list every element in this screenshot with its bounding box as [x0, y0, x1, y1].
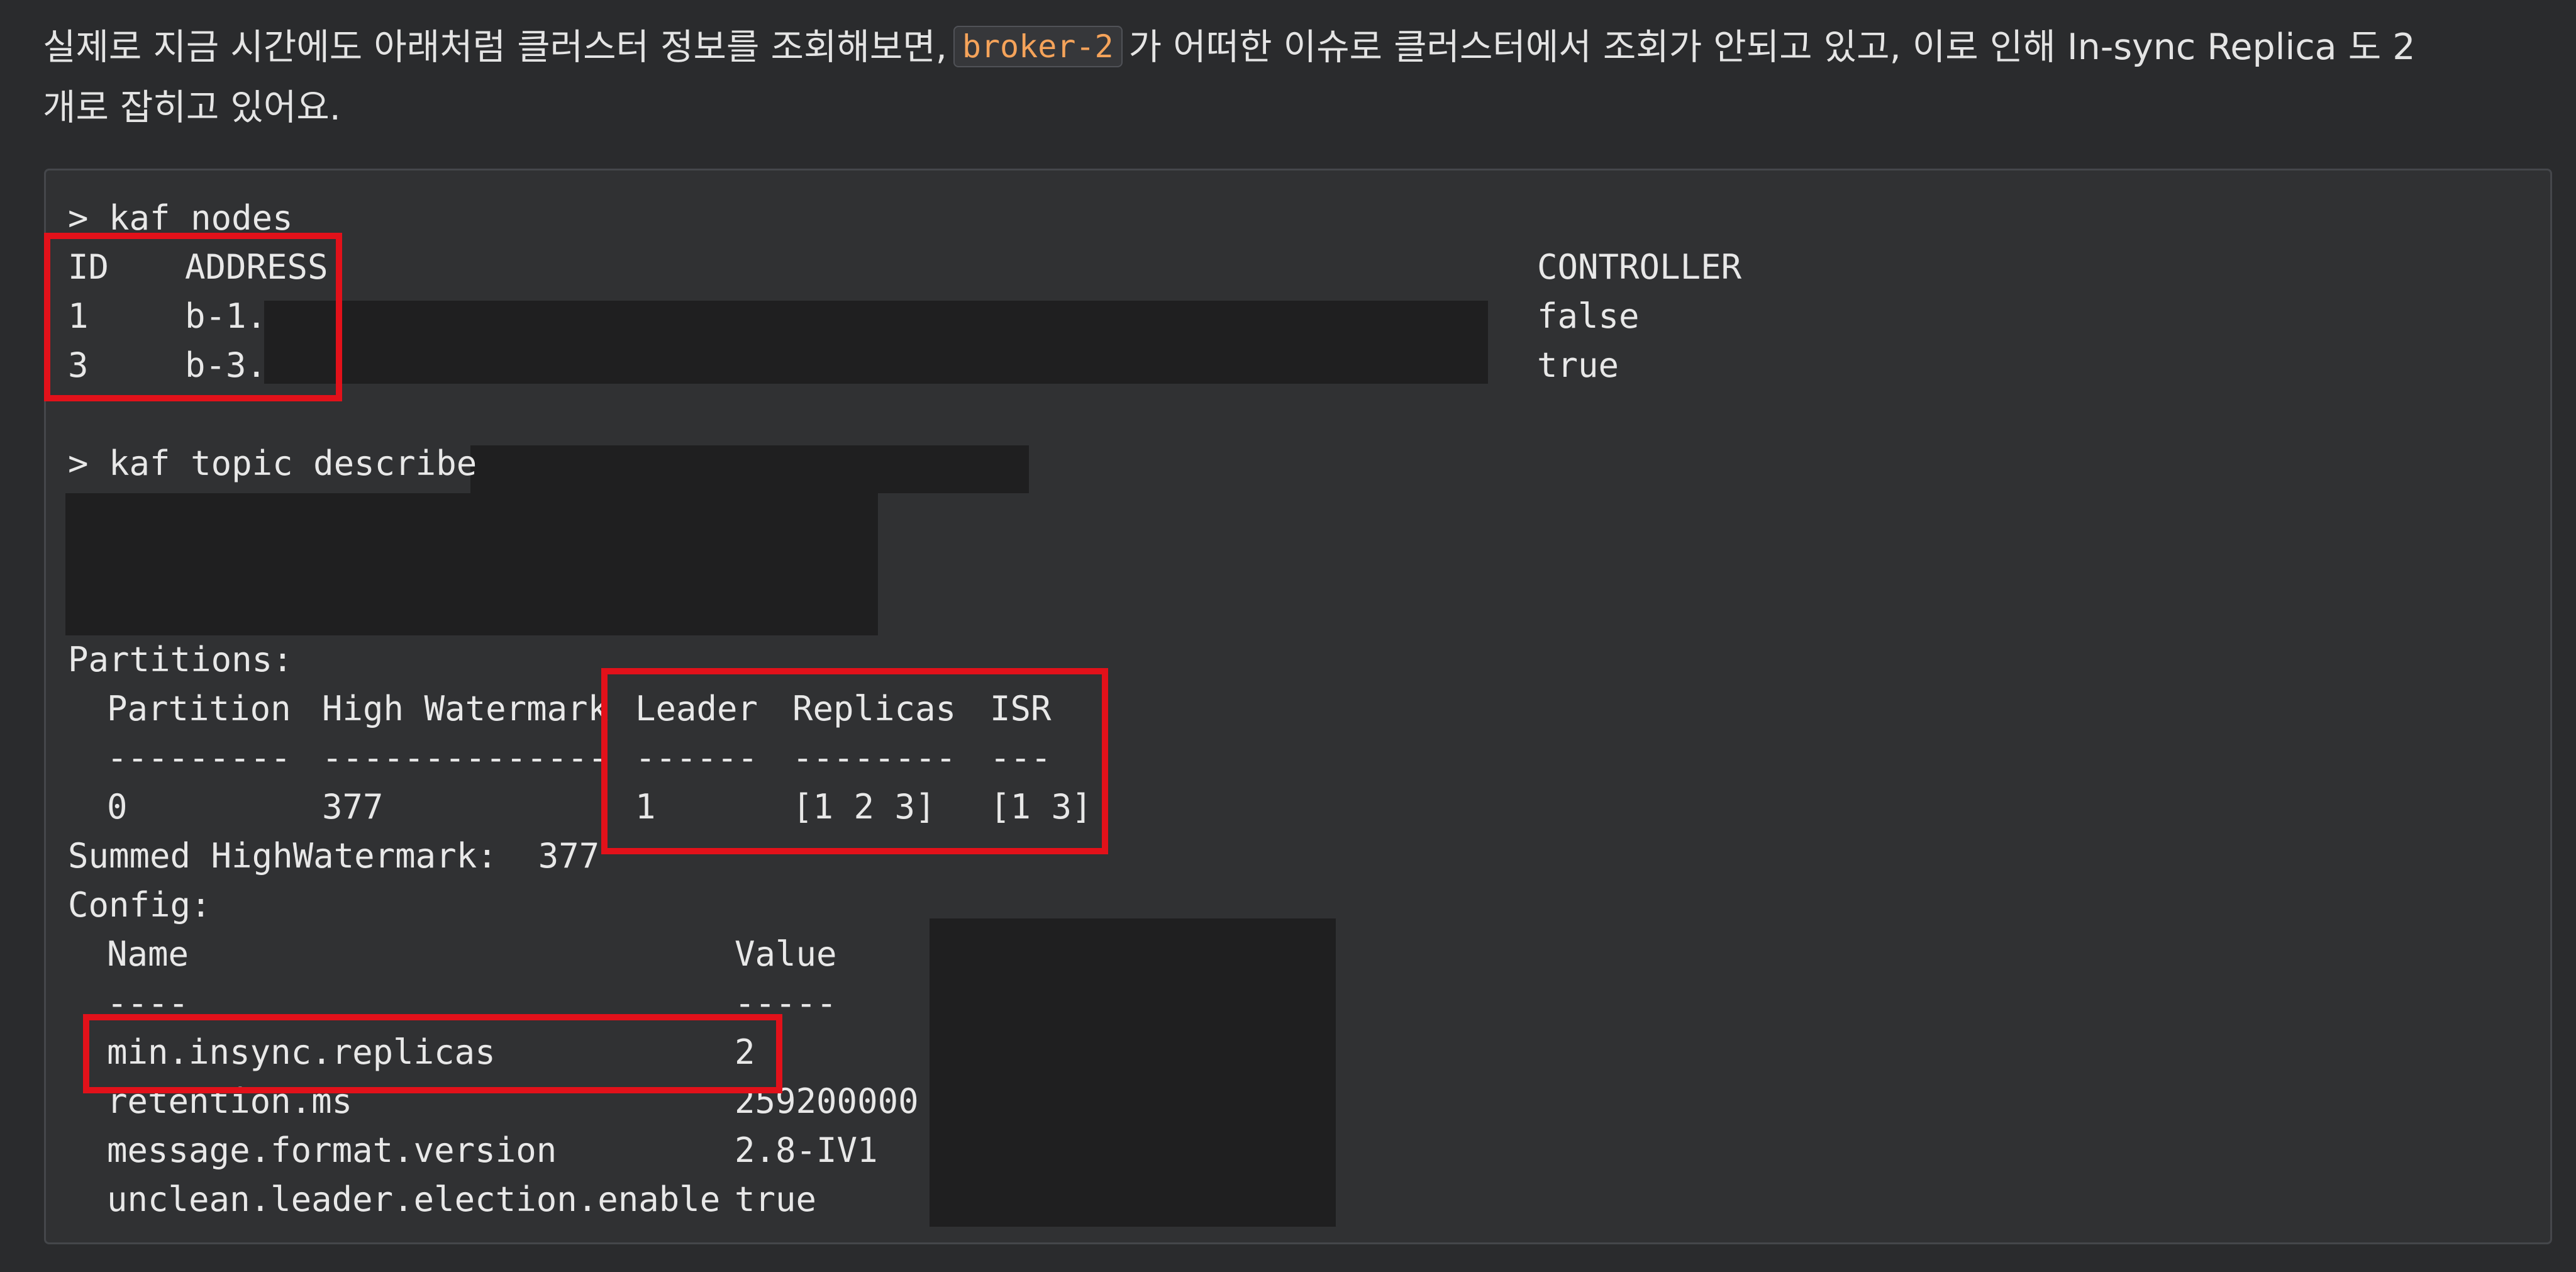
config-label: Config: [68, 885, 211, 925]
config-row-3-value: 2.8-IV1 [735, 1130, 878, 1170]
config-row-3-name: message.format.version [107, 1130, 557, 1170]
partition-dash-partition: --------- [107, 738, 291, 778]
partition-row-partition: 0 [107, 787, 128, 827]
config-header-value: Value [735, 934, 837, 974]
nodes-header-controller: CONTROLLER [1537, 247, 1742, 287]
node-row-2-controller: true [1537, 345, 1619, 385]
intro-paragraph: 실제로 지금 시간에도 아래처럼 클러스터 정보를 조회해보면, broker-2… [43, 18, 2533, 137]
cmd-kaf-topic-describe: > kaf topic describe [68, 444, 477, 483]
redacted-address-block [264, 301, 1488, 384]
summed-highwatermark: Summed HighWatermark: 377 [68, 836, 600, 876]
highlight-nodes-list [44, 233, 342, 401]
highlight-min-insync-replicas [83, 1014, 782, 1093]
config-row-4-name: unclean.leader.election.enable [107, 1180, 721, 1219]
partition-row-high-watermark: 377 [322, 787, 384, 827]
redacted-topic-name [470, 445, 1029, 493]
intro-line-2: 개로 잡히고 있어요. [43, 87, 341, 128]
redacted-topic-details [65, 493, 878, 635]
intro-text-before: 실제로 지금 시간에도 아래처럼 클러스터 정보를 조회해보면, [43, 26, 947, 68]
partitions-label: Partitions: [68, 640, 293, 679]
partition-dash-high-watermark: -------------- [322, 738, 609, 778]
highlight-leader-replicas-isr [601, 668, 1108, 854]
config-header-name: Name [107, 934, 189, 974]
intro-line-1: 실제로 지금 시간에도 아래처럼 클러스터 정보를 조회해보면, broker-2… [43, 18, 2533, 78]
intro-text-after: 가 어떠한 이슈로 클러스터에서 조회가 안되고 있고, 이로 인해 In-sy… [1128, 26, 2416, 68]
redacted-config-block [930, 918, 1336, 1227]
broker-inline-code: broker-2 [953, 26, 1123, 67]
config-row-4-value: true [735, 1180, 817, 1219]
partition-header-partition: Partition [107, 689, 291, 728]
node-row-1-controller: false [1537, 296, 1640, 336]
partition-header-high-watermark: High Watermark [322, 689, 609, 728]
